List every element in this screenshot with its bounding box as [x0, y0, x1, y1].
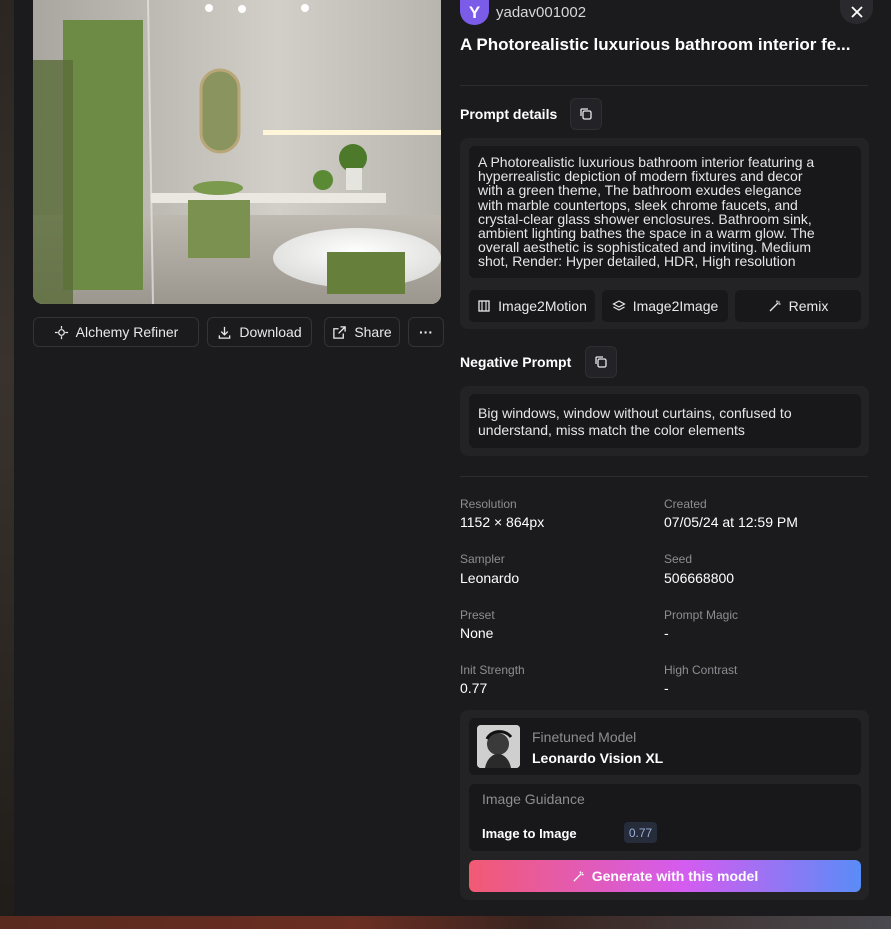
prompt-text: A Photorealistic luxurious bathroom inte… — [469, 146, 861, 278]
username[interactable]: yadav001002 — [496, 4, 586, 21]
prompt-line: overall aesthetic is sophisticated and i… — [478, 239, 812, 256]
init-strength-label: Init Strength — [460, 663, 525, 677]
preset-value: None — [460, 625, 494, 641]
preset-label: Preset — [460, 608, 495, 622]
high-contrast-value: - — [664, 680, 669, 696]
guidance-type: Image to Image — [482, 826, 577, 841]
prompt-line: shot, Render: Hyper detailed, HDR, High … — [478, 253, 796, 270]
finetuned-model-name: Leonardo Vision XL — [532, 750, 664, 766]
finetuned-model-card[interactable] — [469, 718, 861, 775]
motion-icon — [478, 300, 490, 312]
prompt-line: hyperrealistic depiction of modern fixtu… — [478, 168, 803, 185]
prompt-details-label: Prompt details — [460, 106, 558, 122]
alchemy-refiner-button[interactable]: Alchemy Refiner — [33, 317, 199, 347]
created-label: Created — [664, 497, 707, 511]
copy-icon — [580, 108, 592, 120]
avatar-letter: Y — [468, 2, 481, 22]
image-guidance-label: Image Guidance — [482, 791, 585, 807]
prompt-line: with marble countertops, sleek chrome fa… — [478, 196, 798, 213]
divider — [460, 85, 868, 86]
prompt-magic-value: - — [664, 625, 669, 641]
prompt-line: A Photorealistic luxurious bathroom inte… — [478, 154, 815, 170]
download-icon — [219, 326, 231, 339]
remix-button[interactable]: Remix — [735, 290, 861, 322]
copy-prompt-button[interactable] — [570, 98, 602, 130]
more-icon: ··· — [419, 324, 433, 340]
download-label: Download — [239, 324, 302, 340]
more-options-button[interactable]: ··· — [408, 317, 444, 347]
image-title: A Photorealistic luxurious bathroom inte… — [460, 35, 851, 54]
magic-wand-icon — [769, 300, 781, 312]
seed-label: Seed — [664, 552, 693, 566]
copy-icon — [595, 356, 607, 368]
image2motion-button[interactable]: Image2Motion — [469, 290, 595, 322]
model-thumbnail — [477, 725, 520, 768]
share-label: Share — [354, 324, 392, 340]
init-strength-value: 0.77 — [460, 680, 488, 696]
image2motion-label: Image2Motion — [498, 298, 587, 314]
divider — [460, 476, 868, 477]
magic-wand-icon — [573, 870, 584, 882]
resolution-value: 1152 × 864px — [460, 514, 545, 530]
guidance-strength-badge: 0.77 — [624, 822, 657, 843]
generated-image[interactable] — [33, 0, 441, 304]
copy-negative-prompt-button[interactable] — [585, 346, 617, 378]
alchemy-icon — [54, 325, 68, 339]
image2image-label: Image2Image — [632, 298, 719, 314]
prompt-line: with a green theme, The bathroom exudes … — [478, 182, 802, 199]
prompt-magic-label: Prompt Magic — [664, 608, 739, 622]
image2image-button[interactable]: Image2Image — [602, 290, 728, 322]
share-icon — [333, 325, 347, 339]
created-value: 07/05/24 at 12:59 PM — [664, 514, 798, 530]
generate-label: Generate with this model — [591, 868, 759, 884]
negative-prompt-line: Big windows, window without curtains, co… — [478, 405, 792, 421]
finetuned-model-label: Finetuned Model — [532, 729, 637, 745]
sampler-value: Leonardo — [460, 570, 520, 586]
alchemy-refiner-label: Alchemy Refiner — [75, 324, 179, 340]
resolution-label: Resolution — [460, 497, 517, 511]
share-button[interactable]: Share — [324, 317, 400, 347]
prompt-line: ambient lighting bathes the space in a w… — [478, 225, 815, 242]
remix-label: Remix — [788, 298, 829, 314]
high-contrast-label: High Contrast — [664, 663, 738, 677]
seed-value: 506668800 — [664, 570, 735, 586]
negative-prompt-label: Negative Prompt — [460, 354, 572, 370]
negative-prompt-line: understand, miss match the color element… — [478, 422, 745, 438]
generate-with-model-button[interactable]: Generate with this model — [469, 860, 861, 892]
negative-prompt-text: Big windows, window without curtains, co… — [469, 394, 861, 448]
layers-icon — [611, 300, 626, 311]
close-icon — [850, 6, 863, 18]
background-left — [0, 0, 14, 929]
download-button[interactable]: Download — [207, 317, 312, 347]
sampler-label: Sampler — [460, 552, 505, 566]
background-bottom — [0, 916, 891, 929]
prompt-line: crystal-clear glass shower enclosures. B… — [478, 210, 812, 227]
